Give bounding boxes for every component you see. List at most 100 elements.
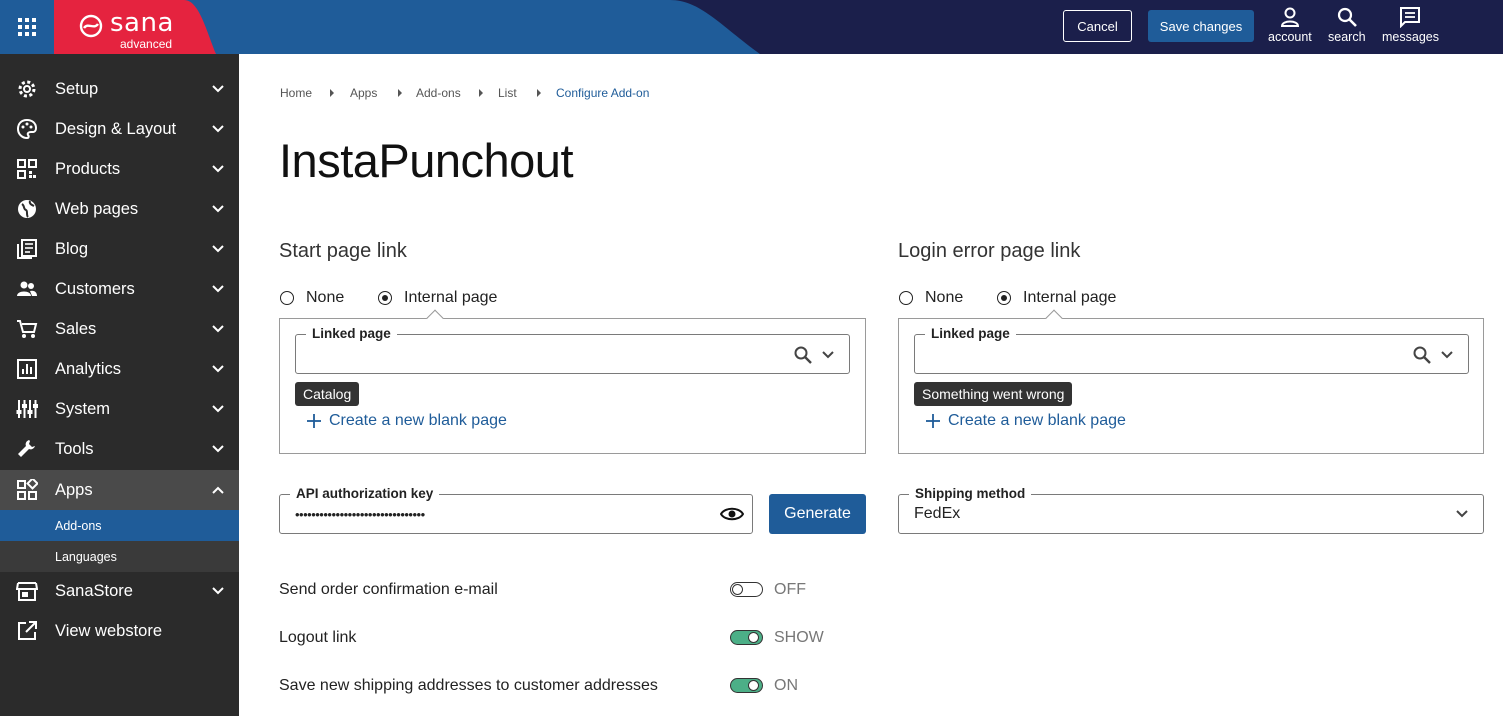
login-error-link-title: Login error page link <box>898 240 1081 262</box>
field-label: Shipping method <box>909 486 1032 501</box>
eye-icon[interactable] <box>720 504 744 524</box>
generate-button[interactable]: Generate <box>769 494 866 534</box>
shipping-method-select[interactable]: Shipping method FedEx <box>898 486 1484 534</box>
sidebar-item-design-layout[interactable]: Design & Layout <box>0 109 239 149</box>
wrench-icon <box>18 440 35 457</box>
sidebar-item-web-pages[interactable]: Web pages <box>0 189 239 229</box>
save-changes-button[interactable]: Save changes <box>1148 10 1254 42</box>
breadcrumb-apps[interactable]: Apps <box>350 86 377 100</box>
sidebar-item-sanastore[interactable]: SanaStore <box>0 571 239 611</box>
sidebar-item-label: Sales <box>55 320 97 338</box>
chevron-down-icon <box>212 445 224 453</box>
blog-icon <box>17 239 37 259</box>
sidebar-subitem-languages[interactable]: Languages <box>0 541 239 572</box>
breadcrumb-list[interactable]: List <box>498 86 517 100</box>
save-shipping-addresses-toggle[interactable] <box>730 678 763 693</box>
breadcrumb-current: Configure Add-on <box>556 86 650 100</box>
app-grid-button[interactable] <box>0 0 54 54</box>
sidebar-subitem-add-ons[interactable]: Add-ons <box>0 510 239 541</box>
chevron-down-icon[interactable] <box>1440 348 1454 362</box>
radio-label: Internal page <box>404 289 498 306</box>
sidebar-item-label: Apps <box>55 481 93 499</box>
radio-circle-selected <box>997 291 1011 305</box>
error-linked-page-input[interactable]: Linked page <box>914 326 1469 374</box>
toggle-label: Send order confirmation e-mail <box>279 581 498 598</box>
external-link-icon <box>18 621 37 640</box>
radio-circle-selected <box>378 291 392 305</box>
sidebar-item-label: Analytics <box>55 360 122 378</box>
search-label: search <box>1328 30 1366 44</box>
error-link-internal-radio[interactable]: Internal page <box>997 289 1116 307</box>
sidebar-item-tools[interactable]: Tools <box>0 429 239 469</box>
breadcrumb-separator-icon <box>479 89 483 97</box>
linked-page-chip: Something went wrong <box>914 382 1073 406</box>
sidebar-item-apps[interactable]: Apps <box>0 470 239 510</box>
start-create-blank-page-link[interactable]: Create a new blank page <box>307 412 507 430</box>
sidebar-item-system[interactable]: System <box>0 389 239 429</box>
account-button[interactable]: account <box>1268 6 1312 48</box>
sidebar-item-label: Setup <box>55 80 99 98</box>
chevron-down-icon <box>212 285 224 293</box>
sidebar-item-view-webstore[interactable]: View webstore <box>0 611 239 651</box>
search-icon[interactable] <box>793 345 813 365</box>
chevron-down-icon <box>212 85 224 93</box>
breadcrumb-separator-icon <box>537 89 541 97</box>
start-linked-page-input[interactable]: Linked page <box>295 326 850 374</box>
order-confirmation-toggle[interactable] <box>730 582 763 597</box>
radio-label: Internal page <box>1023 289 1117 306</box>
start-link-none-radio[interactable]: None <box>280 289 344 307</box>
chevron-down-icon <box>212 205 224 213</box>
radio-label: None <box>925 289 964 306</box>
search-button[interactable]: search <box>1328 6 1366 48</box>
sidebar-item-blog[interactable]: Blog <box>0 229 239 269</box>
sidebar-item-label: SanaStore <box>55 582 133 600</box>
radio-label: None <box>306 289 345 306</box>
sidebar-item-label: Tools <box>55 440 94 458</box>
messages-button[interactable]: messages <box>1382 6 1439 48</box>
account-icon <box>1280 7 1299 27</box>
chevron-down-icon <box>212 405 224 413</box>
toggle-label: Logout link <box>279 629 357 646</box>
chevron-down-icon <box>212 325 224 333</box>
chevron-down-icon[interactable] <box>821 348 835 362</box>
radio-circle <box>899 291 913 305</box>
sidebar-item-sales[interactable]: Sales <box>0 309 239 349</box>
sidebar-item-products[interactable]: Products <box>0 149 239 189</box>
page-title: InstaPunchout <box>279 134 574 187</box>
apps-icon <box>17 479 38 500</box>
breadcrumb-add-ons[interactable]: Add-ons <box>416 86 461 100</box>
plus-icon <box>307 414 321 428</box>
sidebar-item-customers[interactable]: Customers <box>0 269 239 309</box>
messages-label: messages <box>1382 30 1439 44</box>
start-link-internal-radio[interactable]: Internal page <box>378 289 497 307</box>
chevron-down-icon <box>212 365 224 373</box>
create-link-label: Create a new blank page <box>948 412 1126 429</box>
start-link-panel: Linked page Catalog Create a new blank p… <box>279 309 866 454</box>
toggle-knob <box>748 680 759 691</box>
toggle-state: OFF <box>774 581 806 598</box>
sidebar: Setup Design & Layout Products Web pages <box>0 54 239 716</box>
search-icon[interactable] <box>1412 345 1432 365</box>
sidebar-item-analytics[interactable]: Analytics <box>0 349 239 389</box>
chevron-down-icon <box>212 165 224 173</box>
people-icon <box>17 281 37 296</box>
toggle-label: Save new shipping addresses to customer … <box>279 677 658 694</box>
qr-grid-icon <box>17 159 37 179</box>
breadcrumb-home[interactable]: Home <box>280 86 312 100</box>
error-link-none-radio[interactable]: None <box>899 289 963 307</box>
brand-subtitle: advanced <box>120 37 173 51</box>
chart-icon <box>17 359 37 379</box>
grid-icon <box>18 18 36 36</box>
api-key-input[interactable]: API authorization key ••••••••••••••••••… <box>279 486 753 534</box>
sidebar-item-setup[interactable]: Setup <box>0 69 239 109</box>
cart-icon <box>17 320 38 338</box>
sidebar-item-label: Blog <box>55 240 89 258</box>
logout-link-toggle[interactable] <box>730 630 763 645</box>
error-create-blank-page-link[interactable]: Create a new blank page <box>926 412 1126 430</box>
sidebar-subitem-label: Languages <box>55 549 117 564</box>
sana-logo[interactable]: sana advanced <box>54 0 219 54</box>
panel-notch <box>426 309 444 327</box>
chevron-down-icon <box>1456 510 1468 518</box>
cancel-button[interactable]: Cancel <box>1063 10 1132 42</box>
chevron-up-icon <box>212 486 224 494</box>
